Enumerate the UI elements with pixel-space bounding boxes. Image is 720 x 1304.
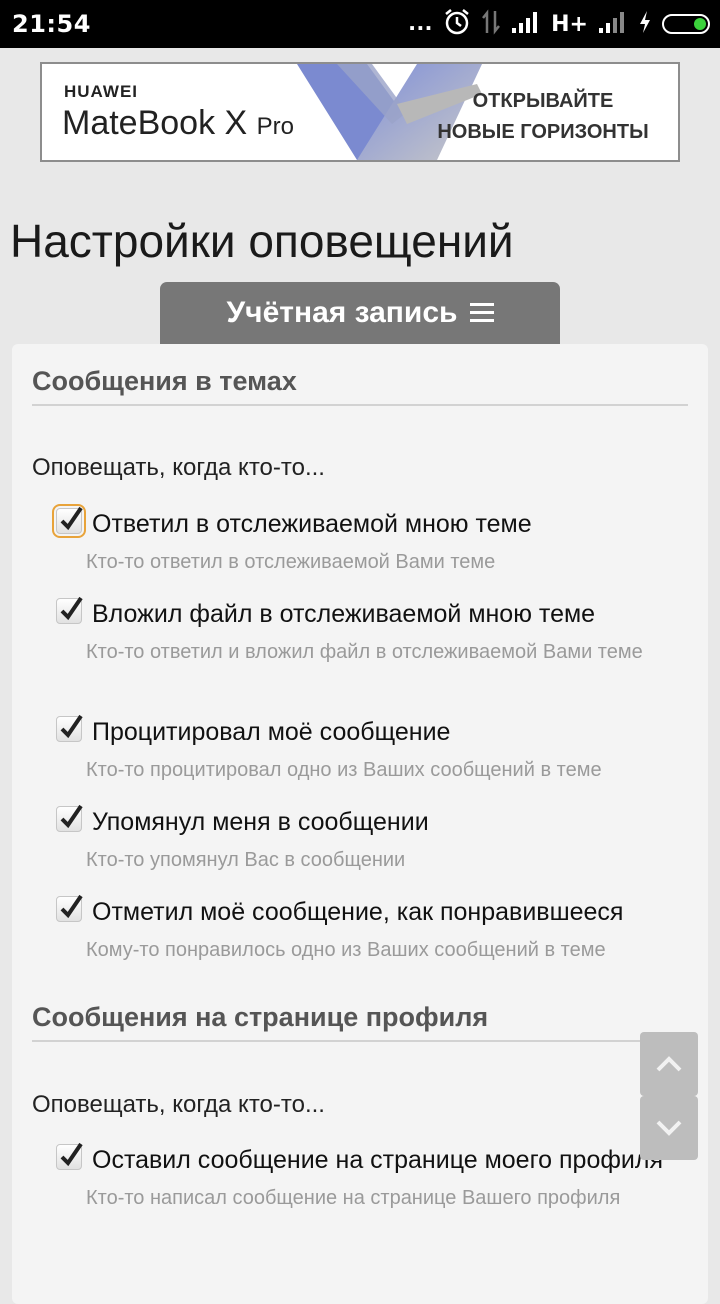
option-label[interactable]: Процитировал моё сообщение — [54, 716, 674, 748]
menu-icon — [469, 303, 494, 323]
ad-product-name: MateBook X — [62, 104, 248, 142]
checkbox-profile-post[interactable] — [56, 1142, 83, 1170]
status-bar: 21:54 ... H+ — [0, 0, 720, 48]
check-icon — [60, 1142, 83, 1167]
list-item: Упомянул меня в сообщении Кто-то упомяну… — [54, 804, 674, 874]
option-label[interactable]: Отметил моё сообщение, как понравившееся — [54, 896, 674, 928]
charging-icon — [638, 10, 652, 39]
option-label[interactable]: Оставил сообщение на странице моего проф… — [54, 1144, 674, 1176]
section-title: Сообщения в темах — [32, 366, 297, 396]
more-notifications-icon: ... — [408, 6, 434, 36]
check-icon — [60, 506, 83, 531]
network-type: H+ — [551, 11, 588, 37]
option-label[interactable]: Упомянул меня в сообщении — [54, 806, 674, 838]
signal-icon — [598, 10, 628, 39]
option-description: Кто-то ответил и вложил файл в отслежива… — [86, 641, 643, 663]
battery-icon — [662, 14, 710, 34]
chevron-up-icon — [656, 1056, 682, 1072]
signal-icon — [511, 10, 541, 39]
ad-brand: HUAWEI — [64, 82, 138, 101]
scroll-down-button[interactable] — [640, 1096, 698, 1160]
ad-banner[interactable]: HUAWEI MateBook X Pro ОТКРЫВАЙТЕ НОВЫЕ Г… — [40, 62, 680, 162]
checkbox-liked[interactable] — [56, 894, 83, 922]
option-label[interactable]: Ответил в отслеживаемой мною теме — [54, 508, 674, 540]
check-icon — [60, 804, 83, 829]
option-description: Кто-то упомянул Вас в сообщении — [86, 849, 406, 871]
check-icon — [60, 714, 83, 739]
chevron-down-icon — [656, 1120, 682, 1136]
section-lead: Оповещать, когда кто-то... — [32, 1091, 325, 1118]
check-icon — [60, 894, 83, 919]
checkbox-quoted[interactable] — [56, 714, 83, 742]
section-divider — [32, 404, 688, 406]
checkbox-mentioned[interactable] — [56, 804, 83, 832]
check-icon — [60, 596, 83, 621]
page-title: Настройки оповещений — [10, 215, 514, 267]
status-icons: ... H+ — [408, 8, 710, 40]
ad-product-suffix: Pro — [256, 113, 295, 140]
alarm-icon — [443, 8, 471, 41]
settings-panel: Сообщения в темах Оповещать, когда кто-т… — [12, 344, 708, 1304]
data-transfer-icon — [481, 8, 501, 40]
ad-slogan: ОТКРЫВАЙТЕ НОВЫЕ ГОРИЗОНТЫ — [428, 86, 658, 148]
checkbox-attached-file[interactable] — [56, 596, 83, 624]
option-label[interactable]: Вложил файл в отслеживаемой мною теме — [54, 598, 674, 630]
section-title: Сообщения на странице профиля — [32, 1002, 489, 1032]
ad-slogan-line-1: ОТКРЫВАЙТЕ — [472, 90, 614, 112]
option-description: Кому-то понравилось одно из Ваших сообще… — [86, 939, 606, 961]
list-item: Отметил моё сообщение, как понравившееся… — [54, 894, 674, 964]
option-description: Кто-то ответил в отслеживаемой Вами теме — [86, 551, 496, 573]
option-description: Кто-то написал сообщение на странице Ваш… — [86, 1187, 621, 1209]
account-menu-label: Учётная запись — [226, 296, 458, 329]
status-time: 21:54 — [12, 10, 91, 38]
battery-level — [694, 18, 706, 30]
ad-product: MateBook X Pro — [62, 104, 294, 143]
section-lead: Оповещать, когда кто-то... — [32, 454, 325, 481]
account-menu-button[interactable]: Учётная запись — [160, 282, 560, 344]
list-item: Оставил сообщение на странице моего проф… — [54, 1142, 674, 1212]
list-item: Вложил файл в отслеживаемой мною теме Кт… — [54, 596, 674, 666]
list-item: Ответил в отслеживаемой мною теме Кто-то… — [52, 504, 674, 576]
list-item: Процитировал моё сообщение Кто-то процит… — [54, 714, 674, 784]
scroll-up-button[interactable] — [640, 1032, 698, 1096]
checkbox-replied[interactable] — [52, 504, 86, 538]
option-description: Кто-то процитировал одно из Ваших сообще… — [86, 759, 602, 781]
section-divider — [32, 1040, 688, 1042]
ad-slogan-line-2: НОВЫЕ ГОРИЗОНТЫ — [437, 121, 649, 143]
